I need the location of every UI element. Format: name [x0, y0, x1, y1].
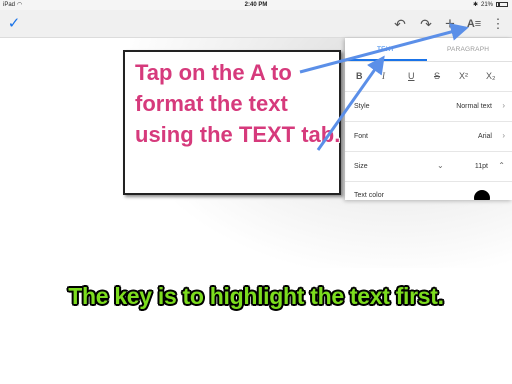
check-icon[interactable]: ✓	[5, 15, 23, 33]
size-label: Size	[354, 163, 368, 170]
callout-text: Tap on the A to format the text using th…	[135, 60, 341, 147]
text-format-icon[interactable]: A≡	[465, 15, 483, 33]
style-row[interactable]: Style Normal text ›	[345, 92, 512, 122]
font-row[interactable]: Font Arial ›	[345, 122, 512, 152]
underline-button[interactable]: U	[408, 70, 415, 82]
caption-text: The key is to highlight the text first.	[68, 283, 444, 309]
decrease-size-icon[interactable]: ⌄	[437, 161, 444, 170]
bluetooth-icon: ✱	[472, 2, 478, 8]
chevron-right-icon: ›	[502, 101, 505, 110]
increase-size-icon[interactable]: ⌃	[498, 161, 505, 170]
italic-button[interactable]: I	[382, 70, 385, 82]
battery-percent: 21%	[480, 1, 493, 8]
tab-text[interactable]: TEXT	[377, 46, 394, 53]
subscript-button[interactable]: X₂	[486, 70, 496, 82]
status-bar: iPad ◠ 2:40 PM ✱ 21%	[0, 0, 512, 10]
size-value: 11pt	[474, 163, 488, 170]
format-tabs: TEXT PARAGRAPH	[345, 38, 512, 62]
status-right: ✱ 21%	[473, 1, 508, 8]
color-swatch[interactable]	[474, 190, 490, 200]
more-vert-icon[interactable]: ⋮	[489, 15, 507, 33]
style-label: Style	[354, 103, 370, 110]
active-tab-indicator	[347, 59, 427, 61]
font-label: Font	[354, 133, 369, 140]
strikethrough-button[interactable]: S	[434, 70, 440, 82]
size-row: Size ⌄ 11pt ⌃	[345, 152, 512, 182]
chevron-right-icon: ›	[502, 131, 505, 140]
plus-icon[interactable]: +	[441, 15, 459, 33]
undo-icon[interactable]: ↶	[391, 15, 409, 33]
redo-icon[interactable]: ↷	[417, 15, 435, 33]
text-color-row[interactable]: Text color	[345, 182, 512, 200]
bold-button[interactable]: B	[356, 70, 363, 82]
battery-icon	[496, 2, 508, 7]
docs-toolbar: ✓ ↶ ↷ + A≡ ⋮	[0, 10, 512, 38]
style-value: Normal text	[456, 103, 492, 110]
font-value: Arial	[477, 133, 492, 140]
superscript-button[interactable]: X²	[459, 70, 468, 82]
format-panel: TEXT PARAGRAPH B I U S X² X₂ Style Norma…	[345, 38, 512, 200]
text-style-buttons: B I U S X² X₂	[345, 62, 512, 92]
clock: 2:40 PM	[244, 2, 268, 8]
text-color-label: Text color	[354, 192, 384, 199]
tab-paragraph[interactable]: PARAGRAPH	[447, 46, 489, 53]
instruction-callout: Tap on the A to format the text using th…	[123, 50, 341, 195]
